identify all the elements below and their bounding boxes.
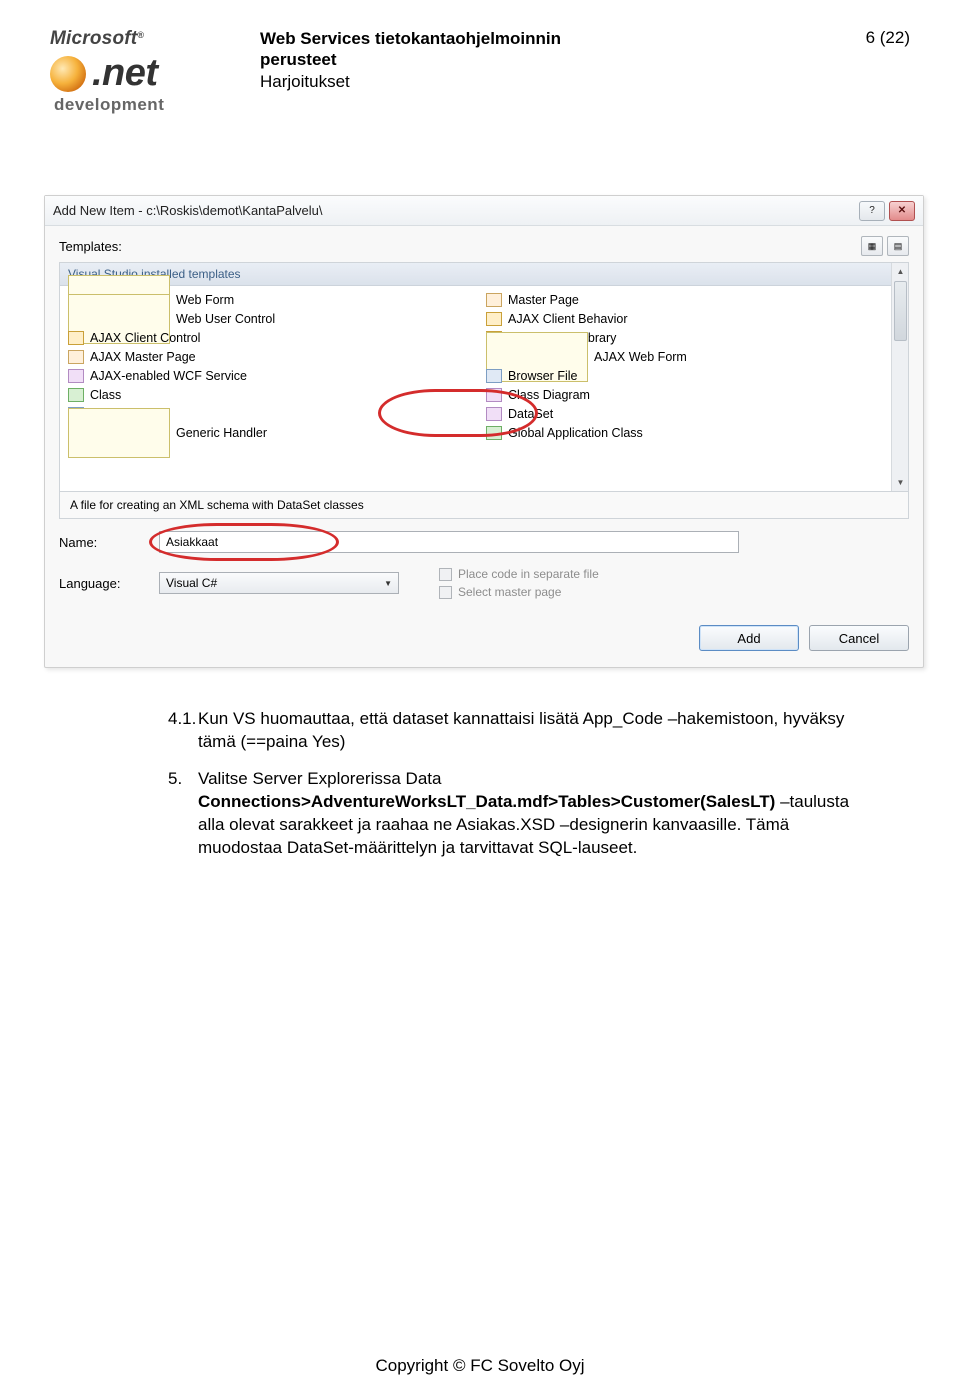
page-indicator: 6 (22) — [840, 28, 910, 48]
template-item[interactable]: AJAX Web Form — [484, 347, 902, 366]
name-input[interactable] — [159, 531, 739, 553]
template-item[interactable]: Global Application Class — [484, 423, 902, 442]
language-label: Language: — [59, 576, 159, 591]
template-item-dataset[interactable]: DataSet — [484, 404, 902, 423]
options-column: Place code in separate file Select maste… — [439, 565, 599, 601]
logo-ms-text: Microsoft — [50, 28, 137, 49]
template-item[interactable]: Master Page — [484, 290, 902, 309]
template-label: Class Diagram — [508, 388, 590, 402]
template-label: Class — [90, 388, 121, 402]
logo-orb-icon — [50, 56, 86, 92]
template-item[interactable]: Web User Control — [66, 309, 484, 328]
template-label: AJAX Client Behavior — [508, 312, 628, 326]
template-item[interactable]: AJAX Master Page — [66, 347, 484, 366]
language-select[interactable]: Visual C# ▼ — [159, 572, 399, 594]
checkbox-master — [439, 586, 452, 599]
header-title: Web Services tietokantaohjelmoinnin peru… — [250, 28, 840, 92]
item-text-part: Valitse Server Explorerissa Data — [198, 769, 441, 788]
template-label: AJAX Client Control — [90, 331, 200, 345]
close-button[interactable]: ✕ — [889, 201, 915, 221]
template-item[interactable]: AJAX-enabled WCF Service — [66, 366, 484, 385]
logo-reg: ® — [137, 30, 144, 40]
header-title-line2: perusteet — [260, 49, 840, 70]
name-row: Name: — [59, 531, 909, 553]
header-title-line3: Harjoitukset — [260, 71, 840, 92]
language-row: Language: Visual C# ▼ Place code in sepa… — [59, 565, 909, 601]
dialog-title: Add New Item - c:\Roskis\demot\KantaPalv… — [53, 203, 323, 218]
template-label: Master Page — [508, 293, 579, 307]
item-text: Valitse Server Explorerissa Data Connect… — [198, 768, 878, 860]
script-icon — [68, 331, 84, 345]
service-icon — [68, 369, 84, 383]
template-label: AJAX Web Form — [594, 350, 687, 364]
checkbox-separate — [439, 568, 452, 581]
item-number: 5. — [168, 768, 198, 860]
opt-master-row: Select master page — [439, 583, 599, 601]
templates-listbox[interactable]: Visual Studio installed templates Web Fo… — [59, 262, 909, 492]
diagram-icon — [486, 388, 502, 402]
opt-separate-label: Place code in separate file — [458, 567, 599, 581]
scrollbar[interactable]: ▲ ▼ — [891, 263, 908, 491]
chevron-down-icon: ▼ — [384, 579, 392, 588]
template-item[interactable]: Class — [66, 385, 484, 404]
global-icon — [486, 426, 502, 440]
template-item[interactable]: Generic Handler — [66, 423, 484, 442]
template-label: Global Application Class — [508, 426, 643, 440]
view-small-icons-button[interactable]: ▦ — [861, 236, 883, 256]
logo-block: Microsoft® .net development — [50, 28, 250, 115]
template-item[interactable]: Browser File — [484, 366, 902, 385]
template-label: AJAX-enabled WCF Service — [90, 369, 247, 383]
template-item[interactable]: AJAX Client Behavior — [484, 309, 902, 328]
scroll-down-icon[interactable]: ▼ — [892, 474, 909, 491]
template-label: DataSet — [508, 407, 553, 421]
templates-col-2: Master Page AJAX Client Behavior AJAX Cl… — [484, 290, 902, 442]
page-icon — [68, 350, 84, 364]
logo-microsoft: Microsoft® — [50, 28, 250, 50]
screenshot-dialog: Add New Item - c:\Roskis\demot\KantaPalv… — [44, 195, 910, 668]
logo-dev-text: development — [54, 95, 250, 115]
view-large-icons-button[interactable]: ▤ — [887, 236, 909, 256]
instruction-list: 4.1. Kun VS huomauttaa, että dataset kan… — [168, 708, 910, 860]
add-new-item-dialog: Add New Item - c:\Roskis\demot\KantaPalv… — [44, 195, 924, 668]
page-footer: Copyright © FC Sovelto Oyj — [0, 1356, 960, 1376]
template-label: AJAX Master Page — [90, 350, 196, 364]
dataset-icon — [486, 407, 502, 421]
add-button[interactable]: Add — [699, 625, 799, 651]
opt-separate-row: Place code in separate file — [439, 565, 599, 583]
templates-col-1: Web Form Web User Control AJAX Client Co… — [66, 290, 484, 442]
list-item: 5. Valitse Server Explorerissa Data Conn… — [168, 768, 910, 860]
page-icon — [486, 293, 502, 307]
template-label: Web User Control — [176, 312, 275, 326]
template-label: Generic Handler — [176, 426, 267, 440]
template-description: A file for creating an XML schema with D… — [59, 492, 909, 519]
help-button[interactable]: ? — [859, 201, 885, 221]
item-text-bold: Connections>AdventureWorksLT_Data.mdf>Ta… — [198, 792, 775, 811]
class-icon — [68, 388, 84, 402]
templates-label: Templates: — [59, 239, 159, 254]
handler-icon — [68, 408, 170, 458]
scroll-up-icon[interactable]: ▲ — [892, 263, 909, 280]
page-header: Microsoft® .net development Web Services… — [50, 28, 910, 115]
list-item: 4.1. Kun VS huomauttaa, että dataset kan… — [168, 708, 910, 754]
templates-group-header: Visual Studio installed templates — [60, 263, 908, 286]
template-item[interactable]: AJAX Client Control — [66, 328, 484, 347]
dialog-titlebar: Add New Item - c:\Roskis\demot\KantaPalv… — [45, 196, 923, 226]
browser-icon — [486, 369, 502, 383]
logo-net-text: .net — [92, 52, 158, 95]
script-icon — [486, 312, 502, 326]
item-number: 4.1. — [168, 708, 198, 754]
cancel-button[interactable]: Cancel — [809, 625, 909, 651]
template-item[interactable]: Class Diagram — [484, 385, 902, 404]
opt-master-label: Select master page — [458, 585, 561, 599]
name-label: Name: — [59, 535, 159, 550]
scroll-thumb[interactable] — [894, 281, 907, 341]
language-value: Visual C# — [166, 576, 217, 590]
template-label: Browser File — [508, 369, 577, 383]
header-title-line1: Web Services tietokantaohjelmoinnin — [260, 28, 840, 49]
item-text: Kun VS huomauttaa, että dataset kannatta… — [198, 708, 878, 754]
template-label: Web Form — [176, 293, 234, 307]
